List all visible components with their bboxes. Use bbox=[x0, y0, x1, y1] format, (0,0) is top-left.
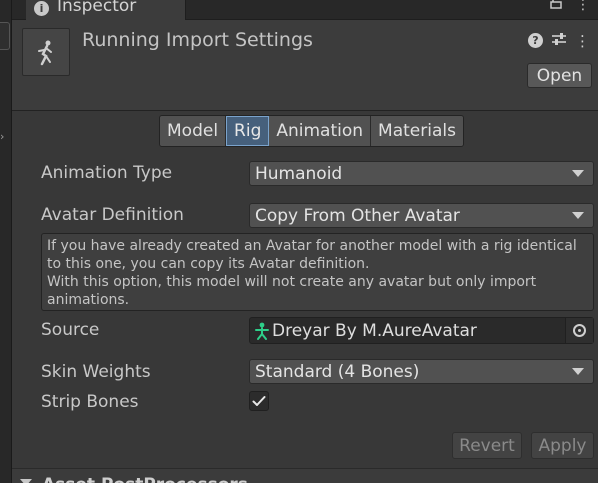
open-button[interactable]: Open bbox=[527, 63, 592, 88]
source-value: Dreyar By M.AureAvatar bbox=[272, 320, 477, 341]
help-text-line: to this one, you can copy its Avatar def… bbox=[47, 256, 370, 272]
avatar-definition-value: Copy From Other Avatar bbox=[255, 205, 460, 226]
chevron-right-icon[interactable]: › bbox=[0, 130, 4, 143]
target-icon bbox=[573, 324, 586, 337]
chevron-down-icon bbox=[20, 479, 32, 483]
chevron-down-icon bbox=[572, 170, 584, 177]
help-text-line: animations. bbox=[47, 292, 130, 308]
running-figure-icon bbox=[22, 28, 70, 76]
help-box: If you have already created an Avatar fo… bbox=[41, 233, 594, 311]
lock-icon[interactable] bbox=[550, 0, 562, 13]
inspector-header: Running Import Settings ? ⋮ Open bbox=[12, 20, 598, 111]
left-panel-field[interactable] bbox=[0, 22, 10, 50]
skin-weights-label: Skin Weights bbox=[41, 362, 151, 382]
avatar-icon bbox=[254, 322, 270, 340]
skin-weights-dropdown[interactable]: Standard (4 Bones) bbox=[249, 359, 594, 384]
page-title: Running Import Settings bbox=[82, 29, 313, 51]
skin-weights-value: Standard (4 Bones) bbox=[255, 361, 420, 382]
tab-materials[interactable]: Materials bbox=[371, 116, 463, 146]
importer-tabs: Model Rig Animation Materials bbox=[159, 115, 464, 147]
tab-inspector-label: Inspector bbox=[57, 0, 137, 16]
revert-button[interactable]: Revert bbox=[452, 432, 522, 459]
avatar-definition-label: Avatar Definition bbox=[41, 205, 184, 225]
window-actions: ⋮ bbox=[550, 0, 590, 13]
chevron-down-icon bbox=[572, 212, 584, 219]
more-options-icon[interactable]: ⋮ bbox=[576, 0, 590, 13]
animation-type-dropdown[interactable]: Humanoid bbox=[249, 161, 594, 186]
header-icons: ? ⋮ bbox=[528, 31, 590, 50]
asset-postprocessors-foldout[interactable]: Asset PostProcessors bbox=[12, 468, 598, 483]
animation-type-label: Animation Type bbox=[41, 163, 173, 183]
more-options-icon[interactable]: ⋮ bbox=[575, 32, 590, 50]
window-tab-bar: i Inspector ⋮ bbox=[12, 0, 598, 20]
avatar-definition-dropdown[interactable]: Copy From Other Avatar bbox=[249, 203, 594, 228]
settings-sliders-icon[interactable] bbox=[551, 31, 567, 50]
help-text-line: If you have already created an Avatar fo… bbox=[47, 238, 577, 254]
strip-bones-label: Strip Bones bbox=[41, 392, 139, 412]
foldout-label: Asset PostProcessors bbox=[42, 475, 248, 483]
chevron-down-icon bbox=[572, 368, 584, 375]
checkmark-icon bbox=[252, 396, 266, 406]
animation-type-value: Humanoid bbox=[255, 163, 343, 184]
info-icon: i bbox=[34, 0, 49, 16]
strip-bones-checkbox[interactable] bbox=[249, 391, 269, 411]
left-panel-edge: › bbox=[0, 0, 12, 483]
object-picker-button[interactable] bbox=[565, 318, 593, 343]
tab-model[interactable]: Model bbox=[160, 116, 227, 146]
source-label: Source bbox=[41, 320, 100, 340]
tab-rig[interactable]: Rig bbox=[226, 116, 270, 146]
help-text-line: With this option, this model will not cr… bbox=[47, 274, 537, 290]
tab-inspector[interactable]: i Inspector bbox=[26, 0, 186, 20]
apply-button[interactable]: Apply bbox=[531, 432, 594, 459]
tab-animation[interactable]: Animation bbox=[269, 116, 372, 146]
help-icon[interactable]: ? bbox=[528, 33, 543, 48]
source-object-field[interactable]: Dreyar By M.AureAvatar bbox=[249, 317, 594, 344]
